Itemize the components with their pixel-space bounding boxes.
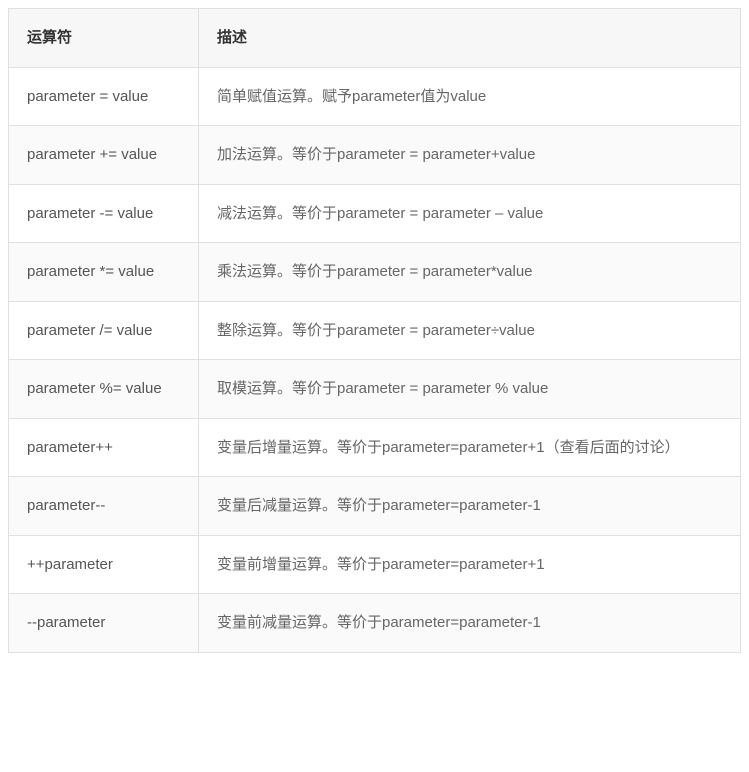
cell-operator: parameter -= value [9, 184, 199, 243]
cell-description: 乘法运算。等价于parameter = parameter*value [199, 243, 741, 302]
cell-operator: parameter-- [9, 477, 199, 536]
table-row: parameter++ 变量后增量运算。等价于parameter=paramet… [9, 418, 741, 477]
table-row: parameter-- 变量后减量运算。等价于parameter=paramet… [9, 477, 741, 536]
table-row: parameter -= value 减法运算。等价于parameter = p… [9, 184, 741, 243]
cell-description: 加法运算。等价于parameter = parameter+value [199, 126, 741, 185]
table-header-row: 运算符 描述 [9, 9, 741, 68]
cell-description: 变量后减量运算。等价于parameter=parameter-1 [199, 477, 741, 536]
cell-operator: parameter++ [9, 418, 199, 477]
cell-operator: parameter *= value [9, 243, 199, 302]
table-row: parameter *= value 乘法运算。等价于parameter = p… [9, 243, 741, 302]
cell-description: 减法运算。等价于parameter = parameter – value [199, 184, 741, 243]
cell-operator: parameter += value [9, 126, 199, 185]
cell-operator: ++parameter [9, 535, 199, 594]
cell-operator: parameter /= value [9, 301, 199, 360]
operators-table: 运算符 描述 parameter = value 简单赋值运算。赋予parame… [8, 8, 741, 653]
cell-description: 变量前减量运算。等价于parameter=parameter-1 [199, 594, 741, 653]
header-operator: 运算符 [9, 9, 199, 68]
cell-description: 变量前增量运算。等价于parameter=parameter+1 [199, 535, 741, 594]
cell-description: 取模运算。等价于parameter = parameter % value [199, 360, 741, 419]
cell-description: 变量后增量运算。等价于parameter=parameter+1（查看后面的讨论… [199, 418, 741, 477]
cell-description: 简单赋值运算。赋予parameter值为value [199, 67, 741, 126]
table-row: parameter += value 加法运算。等价于parameter = p… [9, 126, 741, 185]
table-row: --parameter 变量前减量运算。等价于parameter=paramet… [9, 594, 741, 653]
table-row: parameter = value 简单赋值运算。赋予parameter值为va… [9, 67, 741, 126]
cell-operator: parameter %= value [9, 360, 199, 419]
cell-operator: --parameter [9, 594, 199, 653]
table-row: parameter %= value 取模运算。等价于parameter = p… [9, 360, 741, 419]
table-row: parameter /= value 整除运算。等价于parameter = p… [9, 301, 741, 360]
header-description: 描述 [199, 9, 741, 68]
table-row: ++parameter 变量前增量运算。等价于parameter=paramet… [9, 535, 741, 594]
cell-operator: parameter = value [9, 67, 199, 126]
cell-description: 整除运算。等价于parameter = parameter÷value [199, 301, 741, 360]
